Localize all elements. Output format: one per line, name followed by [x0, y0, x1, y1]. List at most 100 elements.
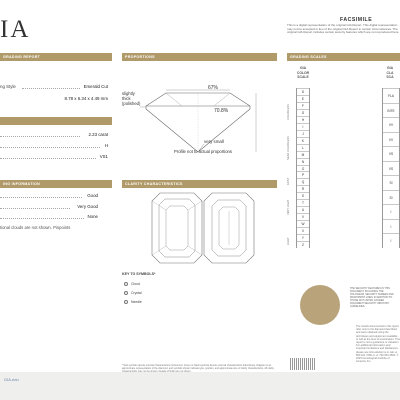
scale-grade: F: [297, 101, 309, 109]
report-sheet: IA FACSIMILE This is a digital represent…: [0, 0, 400, 373]
color-grade-row: H: [0, 143, 108, 149]
grading-scales-bar: GRADING SCALES: [287, 53, 400, 61]
clarity-characteristics-bar: CLARITY CHARACTERISTICS: [122, 180, 277, 188]
report-disclaimer: The results documented in this report re…: [356, 325, 400, 364]
scale-grade: T: [297, 199, 309, 206]
clarity-grade-row: VS1: [0, 154, 108, 160]
security-notice: THE SECURITY FEATURES IN THIS DOCUMENT, …: [350, 287, 394, 308]
table-percentage: 67%: [208, 85, 219, 91]
proportions-diagram: 67% 70.8% very small slightly thick (pol…: [122, 85, 257, 153]
scale-grade: G: [297, 108, 309, 116]
key-item-crystal: Crystal: [124, 291, 142, 296]
key-item-cloud: Cloud: [124, 282, 140, 287]
scale-grade: Q: [297, 178, 309, 185]
scale-grade: N: [297, 157, 309, 165]
key-item-needle: Needle: [124, 300, 142, 305]
scale-grade: X: [297, 227, 309, 234]
scale-grade: Z: [297, 241, 309, 248]
scale-grade: I: [297, 122, 309, 130]
scale-group-label: FAINT: [287, 177, 290, 185]
gia-seal: [300, 285, 340, 325]
key-item-label: Cloud: [131, 282, 140, 286]
additional-info-bar: ING INFORMATION: [0, 180, 112, 188]
pavilion-view: [203, 192, 255, 264]
crystal-symbol-icon: [124, 291, 128, 296]
row-value: H: [104, 143, 108, 148]
grading-report-bar: GRADING REPORT: [0, 53, 112, 61]
dot-leader: [0, 158, 96, 159]
scale-grade: Y: [297, 234, 309, 241]
depth-percentage: 70.8%: [214, 108, 229, 114]
polish-row: Good: [0, 193, 98, 199]
row-value: 8.78 x 6.34 x 4.49 mm: [64, 96, 108, 101]
scale-grade: V: [297, 213, 309, 220]
girdle-label-line-3: (polished): [122, 101, 141, 106]
girdle-label: slightly thick (polished): [122, 91, 141, 106]
color-scale: DEFGHIJKLMNOPQRSTUVWXYZ: [296, 88, 310, 248]
measurements-row: 8.78 x 6.34 x 4.49 mm: [0, 96, 108, 102]
gia-logo: IA: [0, 16, 31, 43]
scale-grade: SI: [383, 175, 399, 190]
scale-grade: P: [297, 171, 309, 178]
scale-grade: INTE: [383, 102, 399, 118]
symmetry-row: Very Good: [0, 204, 98, 210]
culet-label: very small: [204, 139, 224, 144]
row-value: Good: [87, 193, 98, 198]
gia-website-link[interactable]: GIA.edu: [4, 377, 19, 382]
scale-grade: I: [383, 218, 399, 234]
cloud-symbol-icon: [124, 282, 128, 287]
carat-weight-row: 2.23 carat: [0, 132, 108, 138]
scale-grade: VV: [383, 131, 399, 147]
scale-grade: D: [297, 88, 309, 95]
crown-view: [151, 192, 203, 264]
needle-symbol-icon: [124, 300, 128, 305]
clarity-plot: [151, 192, 255, 264]
row-value: Emerald Cut: [83, 84, 108, 89]
scale-grade: I: [383, 233, 399, 248]
scale-grade: J: [297, 129, 309, 137]
scale-grade: W: [297, 220, 309, 227]
scale-grade: H: [297, 115, 309, 123]
qr-code: [290, 358, 316, 370]
profile-caption: Profile not to actual proportions: [174, 149, 232, 154]
key-item-label: Crystal: [131, 291, 142, 295]
facsimile-text: This is a digital representation of the …: [287, 23, 400, 35]
scale-grade: SI: [383, 189, 399, 205]
scale-grade: S: [297, 192, 309, 199]
row-value: 2.23 carat: [88, 132, 108, 137]
key-item-label: Needle: [131, 300, 142, 304]
scale-grade: U: [297, 206, 309, 213]
fluorescence-row: None: [0, 214, 99, 220]
shape-cutting-style-row: ng Style Emerald Cut: [0, 84, 108, 90]
scale-grade: R: [297, 185, 309, 192]
scale-grade: VV: [383, 117, 399, 132]
grading-results-bar: [0, 117, 112, 125]
row-value: VS1: [99, 154, 108, 159]
scale-group-label: LIGHT: [287, 237, 290, 245]
scale-grade: FLA: [383, 88, 399, 103]
row-value: Very Good: [77, 204, 98, 209]
comments-note: tional clouds are not shown. Pinpoints: [0, 225, 71, 230]
scale-grade: I: [383, 204, 399, 219]
color-scale-header: GIA COLOR SCALE: [296, 66, 310, 80]
scale-grade: VS: [383, 146, 399, 161]
scale-group-label: NEAR COLORLESS: [287, 136, 290, 160]
row-label: ng Style: [0, 84, 16, 89]
scale-grade: K: [297, 136, 309, 144]
page-footer: GIA.edu: [0, 372, 400, 400]
scale-grade: L: [297, 143, 309, 151]
clarity-scale: FLA INTE VV VV VS VS SI SI I I I: [382, 88, 400, 248]
key-to-symbols-title: KEY TO SYMBOLS*: [122, 272, 156, 276]
dot-leader: [0, 208, 70, 209]
clarity-scale-header: GIA CLA SCA: [386, 66, 394, 80]
scale-grade: VS: [383, 160, 399, 176]
dot-leader: [0, 197, 82, 198]
dot-leader: [0, 136, 80, 137]
dot-leader: [0, 218, 84, 219]
scale-grade: O: [297, 164, 309, 172]
scale-grade: M: [297, 150, 309, 158]
dot-leader: [0, 147, 100, 148]
scale-group-label: VERY LIGHT: [287, 199, 290, 215]
row-value: None: [87, 214, 99, 219]
scale-grade: E: [297, 94, 309, 102]
